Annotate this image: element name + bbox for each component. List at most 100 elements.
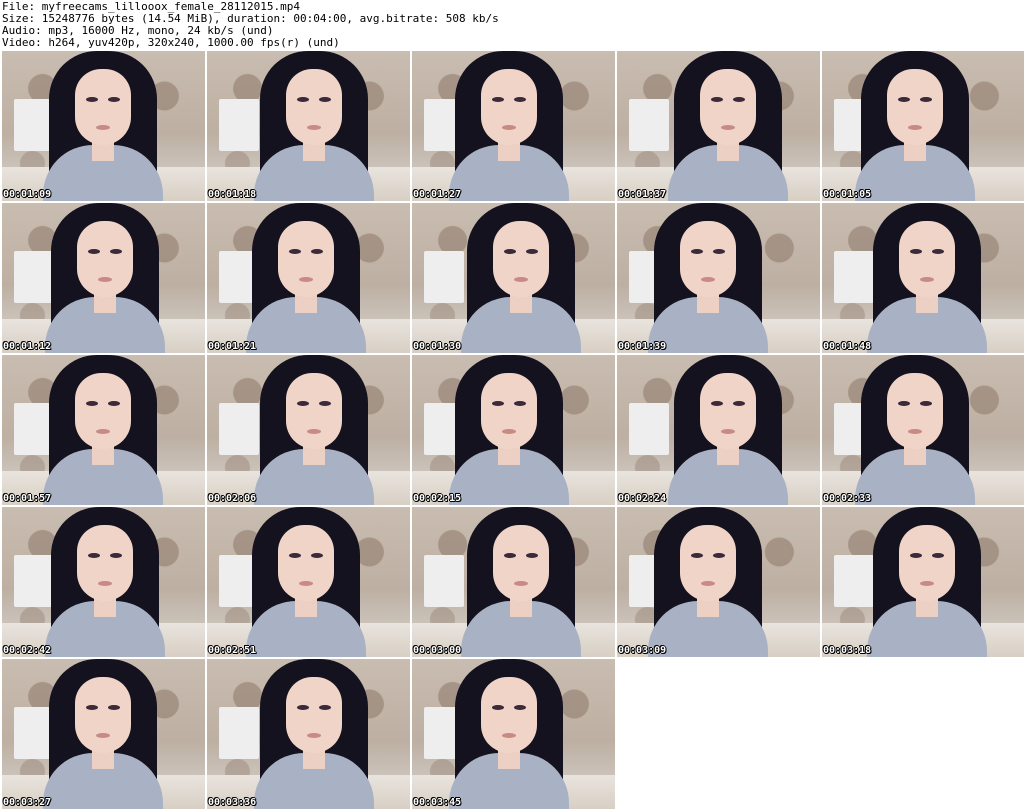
headboard — [629, 403, 669, 455]
face — [286, 373, 342, 449]
lips — [307, 125, 321, 130]
right-eye — [932, 249, 944, 254]
right-eye — [526, 249, 538, 254]
timestamp-label: 00:03:45 — [413, 797, 462, 808]
right-eye — [108, 401, 120, 406]
lips — [502, 733, 516, 738]
face — [75, 69, 131, 145]
face — [493, 525, 549, 601]
right-eye — [110, 553, 122, 558]
video-frame-thumbnail: 00:01:12 — [2, 203, 205, 353]
lips — [514, 581, 528, 586]
lips — [908, 429, 922, 434]
headboard — [14, 555, 54, 607]
face — [899, 525, 955, 601]
face — [286, 677, 342, 753]
lips — [98, 581, 112, 586]
headboard — [14, 403, 54, 455]
lips — [307, 429, 321, 434]
face — [481, 69, 537, 145]
lips — [299, 277, 313, 282]
right-eye — [920, 97, 932, 102]
video-frame-thumbnail: 00:03:09 — [617, 507, 820, 657]
timestamp-label: 00:03:00 — [413, 645, 462, 656]
face — [481, 677, 537, 753]
timestamp-label: 00:02:06 — [208, 493, 257, 504]
timestamp-label: 00:01:39 — [618, 341, 667, 352]
left-eye — [711, 97, 723, 102]
video-frame-thumbnail: 00:01:39 — [617, 203, 820, 353]
lips — [701, 277, 715, 282]
headboard — [219, 403, 259, 455]
right-eye — [526, 553, 538, 558]
video-frame-thumbnail: 00:02:06 — [207, 355, 410, 505]
lips — [299, 581, 313, 586]
left-eye — [297, 97, 309, 102]
face — [77, 221, 133, 297]
left-eye — [289, 553, 301, 558]
face — [77, 525, 133, 601]
timestamp-label: 00:02:51 — [208, 645, 257, 656]
video-frame-thumbnail: 00:01:27 — [412, 51, 615, 201]
video-frame-thumbnail: 00:03:18 — [822, 507, 1024, 657]
face — [493, 221, 549, 297]
face — [680, 525, 736, 601]
video-frame-thumbnail: 00:02:51 — [207, 507, 410, 657]
lips — [96, 733, 110, 738]
right-eye — [319, 705, 331, 710]
face — [887, 69, 943, 145]
left-eye — [898, 97, 910, 102]
thumbnail-grid: 00:01:09 00:01:18 00:01:27 00:01:37 00:01:05… — [2, 51, 1024, 811]
face — [899, 221, 955, 297]
timestamp-label: 00:02:24 — [618, 493, 667, 504]
left-eye — [711, 401, 723, 406]
left-eye — [86, 705, 98, 710]
lips — [920, 277, 934, 282]
face — [887, 373, 943, 449]
left-eye — [289, 249, 301, 254]
right-eye — [311, 249, 323, 254]
face — [680, 221, 736, 297]
lips — [701, 581, 715, 586]
timestamp-label: 00:03:09 — [618, 645, 667, 656]
timestamp-label: 00:01:05 — [823, 189, 872, 200]
timestamp-label: 00:01:48 — [823, 341, 872, 352]
face — [278, 221, 334, 297]
left-eye — [492, 97, 504, 102]
left-eye — [88, 249, 100, 254]
timestamp-label: 00:01:12 — [3, 341, 52, 352]
headboard — [14, 99, 54, 151]
left-eye — [691, 249, 703, 254]
lips — [908, 125, 922, 130]
timestamp-label: 00:03:36 — [208, 797, 257, 808]
video-frame-thumbnail: 00:02:15 — [412, 355, 615, 505]
right-eye — [108, 705, 120, 710]
left-eye — [297, 401, 309, 406]
right-eye — [920, 401, 932, 406]
headboard — [14, 707, 54, 759]
video-info-line: Video: h264, yuv420p, 320x240, 1000.00 f… — [2, 36, 340, 49]
face — [75, 373, 131, 449]
video-frame-thumbnail: 00:03:00 — [412, 507, 615, 657]
lips — [721, 429, 735, 434]
left-eye — [492, 705, 504, 710]
headboard — [219, 707, 259, 759]
headboard — [629, 99, 669, 151]
left-eye — [898, 401, 910, 406]
timestamp-label: 00:01:57 — [3, 493, 52, 504]
lips — [514, 277, 528, 282]
left-eye — [910, 553, 922, 558]
timestamp-label: 00:01:30 — [413, 341, 462, 352]
left-eye — [691, 553, 703, 558]
right-eye — [108, 97, 120, 102]
face — [700, 373, 756, 449]
headboard — [424, 251, 464, 303]
left-eye — [88, 553, 100, 558]
right-eye — [514, 705, 526, 710]
left-eye — [492, 401, 504, 406]
timestamp-label: 00:01:18 — [208, 189, 257, 200]
video-frame-thumbnail: 00:03:45 — [412, 659, 615, 809]
headboard — [834, 251, 874, 303]
left-eye — [297, 705, 309, 710]
timestamp-label: 00:01:37 — [618, 189, 667, 200]
